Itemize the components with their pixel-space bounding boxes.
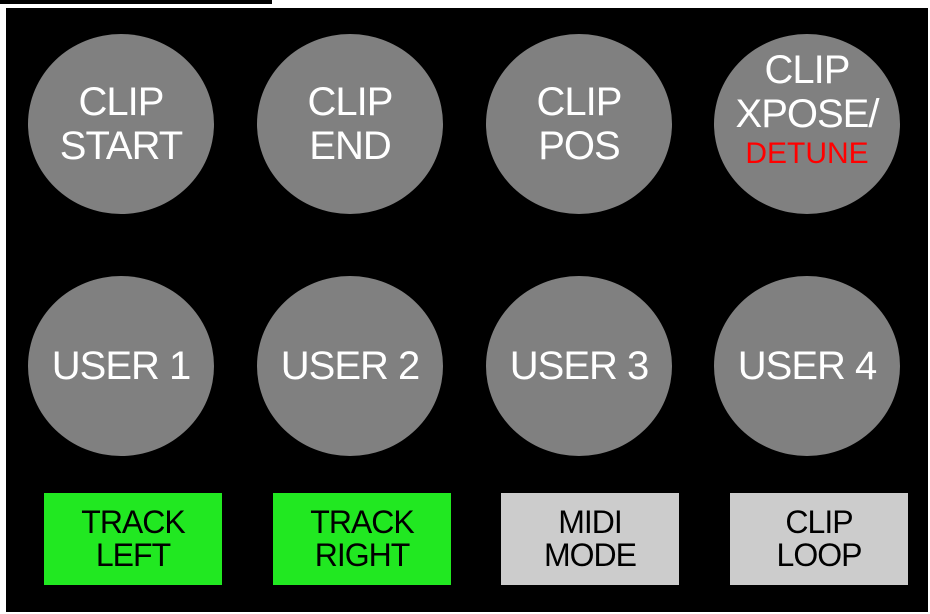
clip-xpose-detune-knob[interactable]: CLIP XPOSE/ DETUNE: [714, 34, 900, 214]
knob-label: USER 3: [509, 344, 649, 388]
knob-label-line2: XPOSE/: [735, 92, 880, 136]
button-label-line2: LOOP: [776, 537, 863, 573]
button-label-line2: LEFT: [95, 537, 171, 573]
detune-label: DETUNE: [745, 137, 869, 170]
knob-label: USER 1: [51, 344, 191, 388]
clip-end-knob[interactable]: CLIP END: [257, 34, 443, 214]
knob-label-line2: END: [309, 124, 391, 168]
user-4-knob[interactable]: USER 4: [714, 276, 900, 456]
controller-panel: CLIP START CLIP END CLIP POS CLIP XPOSE/…: [6, 8, 928, 612]
clip-start-knob[interactable]: CLIP START: [28, 34, 214, 214]
knob-label: USER 4: [737, 344, 877, 388]
top-border-line: [0, 0, 272, 4]
knob-label-line1: CLIP: [536, 80, 623, 124]
button-label-line1: CLIP: [785, 504, 853, 540]
clip-loop-button[interactable]: CLIP LOOP: [730, 493, 908, 585]
user-2-knob[interactable]: USER 2: [257, 276, 443, 456]
knob-label-line2: START: [59, 124, 183, 168]
knob-label-line1: CLIP: [307, 80, 394, 124]
user-1-knob[interactable]: USER 1: [28, 276, 214, 456]
track-left-button[interactable]: TRACK LEFT: [44, 493, 222, 585]
knob-label-line1: CLIP: [764, 48, 851, 92]
midi-mode-button[interactable]: MIDI MODE: [501, 493, 679, 585]
button-label-line2: MODE: [544, 537, 637, 573]
knob-label-line2: POS: [538, 124, 620, 168]
knob-label: USER 2: [280, 344, 420, 388]
knob-label-line1: CLIP: [78, 80, 165, 124]
track-right-button[interactable]: TRACK RIGHT: [273, 493, 451, 585]
user-3-knob[interactable]: USER 3: [486, 276, 672, 456]
button-label-line1: MIDI: [558, 504, 623, 540]
button-label-line2: RIGHT: [314, 537, 411, 573]
button-label-line1: TRACK: [310, 504, 414, 540]
clip-pos-knob[interactable]: CLIP POS: [486, 34, 672, 214]
button-label-line1: TRACK: [81, 504, 185, 540]
